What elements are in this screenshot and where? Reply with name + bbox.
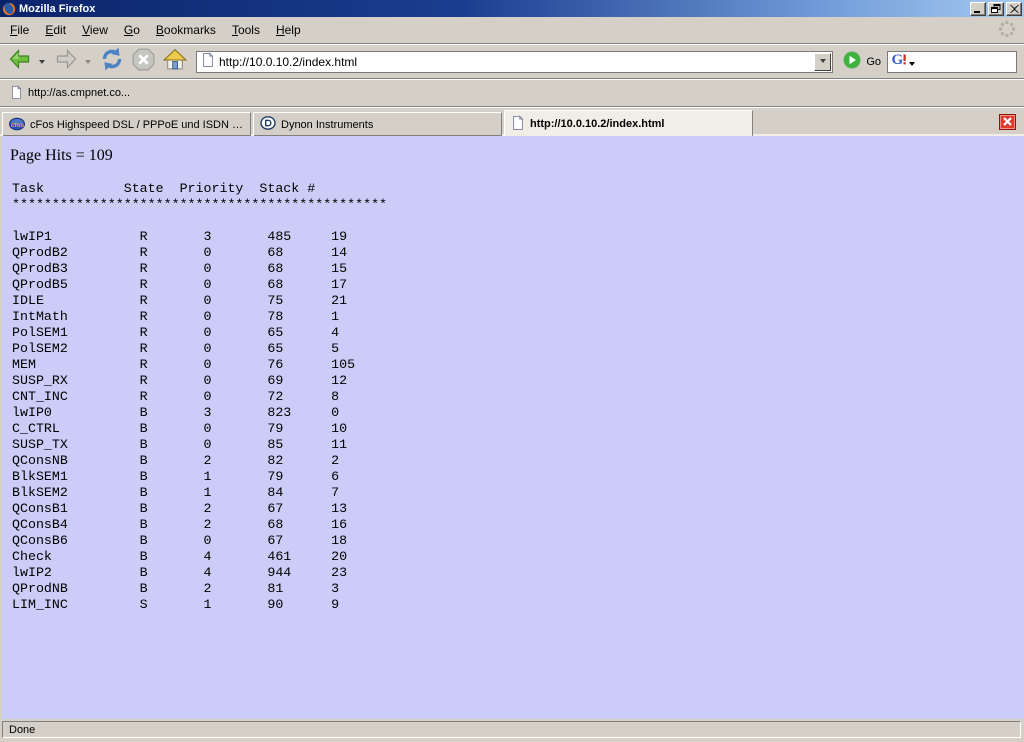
bookmark-item[interactable]: http://as.cmpnet.co... [6,83,134,104]
tab-label: Dynon Instruments [281,119,373,131]
menu-tools[interactable]: Tools [224,20,268,40]
status-text: Done [9,724,35,736]
reload-icon [99,46,125,77]
url-dropdown-button[interactable] [814,53,831,71]
go-label[interactable]: Go [866,56,881,68]
page-icon [201,52,215,72]
status-panel: Done [2,721,1021,738]
url-input[interactable] [219,55,810,69]
close-window-button[interactable] [1006,2,1022,16]
page-content: Page Hits = 109 Task State Priority Stac… [0,136,1024,719]
menubar: File Edit View Go Bookmarks Tools Help [0,17,1024,44]
tab-strip-spacer [755,112,995,136]
search-box: G [887,51,1017,73]
tab-dynon[interactable]: Dynon Instruments [253,112,502,136]
forward-icon [53,47,79,76]
forward-dropdown[interactable] [85,60,91,67]
svg-text:G: G [892,52,904,67]
stop-button[interactable] [129,45,158,79]
reload-button[interactable] [97,44,127,79]
tab-label: cFos Highspeed DSL / PPPoE und ISDN CAP.… [30,119,244,131]
browser-window: Mozilla Firefox File Edit [0,0,1024,742]
back-dropdown[interactable] [39,60,45,67]
dynon-icon [260,115,276,134]
minimize-button[interactable] [970,2,986,16]
cfos-icon: cfos [9,115,25,134]
tab-bar: cfos cFos Highspeed DSL / PPPoE und ISDN… [0,107,1024,136]
bookmark-label: http://as.cmpnet.co... [28,87,130,99]
tab-label: http://10.0.10.2/index.html [530,118,664,130]
close-tab-button[interactable] [999,114,1016,130]
navigation-toolbar: Go G [0,44,1024,79]
back-icon [7,47,33,76]
url-bar [196,51,833,73]
go-button[interactable] [843,51,861,72]
google-icon: G [891,51,907,72]
home-icon [162,47,188,77]
tab-index-html-active[interactable]: http://10.0.10.2/index.html [504,110,753,136]
task-table: Task State Priority Stack # ************… [12,181,1016,613]
menu-bookmarks[interactable]: Bookmarks [148,20,224,40]
firefox-logo-icon [2,2,16,16]
svg-text:cfos: cfos [11,122,25,129]
bookmarks-toolbar: http://as.cmpnet.co... [0,79,1024,107]
status-bar: Done [0,719,1024,742]
page-icon [10,85,23,102]
throbber-icon [998,20,1016,41]
search-input[interactable] [917,54,1024,70]
forward-button[interactable] [51,45,81,78]
titlebar: Mozilla Firefox [0,0,1024,17]
home-button[interactable] [160,45,190,79]
menu-help[interactable]: Help [268,20,309,40]
search-engine-dropdown[interactable] [909,62,915,69]
menu-edit[interactable]: Edit [37,20,74,40]
menu-view[interactable]: View [74,20,116,40]
page-hits-text: Page Hits = 109 [10,147,1016,165]
tab-cfos[interactable]: cfos cFos Highspeed DSL / PPPoE und ISDN… [2,112,251,136]
restore-button[interactable] [988,2,1004,16]
page-icon [511,115,525,133]
back-button[interactable] [5,45,35,78]
menu-file[interactable]: File [2,20,37,40]
stop-icon [131,47,156,77]
menu-go[interactable]: Go [116,20,148,40]
window-title: Mozilla Firefox [19,3,95,15]
